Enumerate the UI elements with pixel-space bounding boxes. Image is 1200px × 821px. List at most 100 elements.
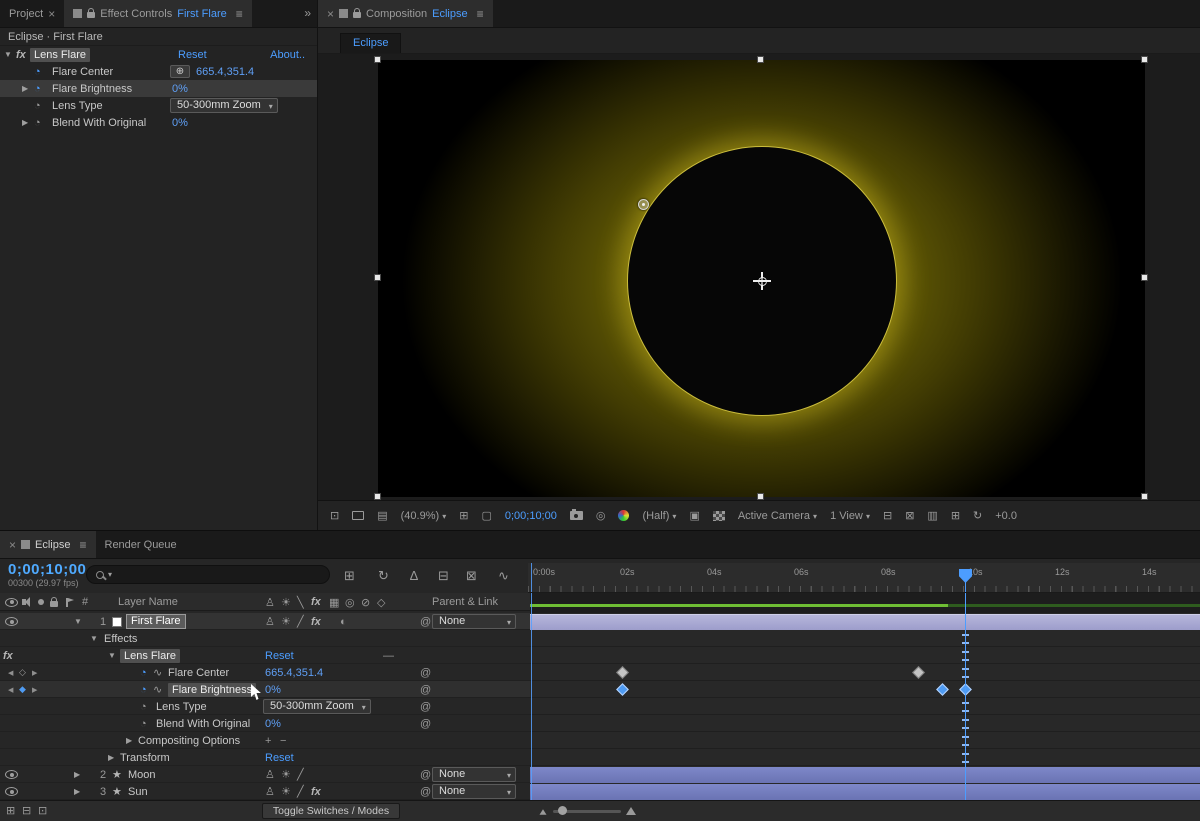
group-row-transform[interactable]: ▶ Transform Reset bbox=[0, 749, 530, 766]
collapse-triangle-icon[interactable]: ▼ bbox=[108, 647, 116, 664]
expand-triangle-icon[interactable]: ▶ bbox=[108, 749, 114, 766]
toggle-switches-modes-button[interactable]: Toggle Switches / Modes bbox=[262, 803, 400, 819]
lock-icon[interactable] bbox=[353, 12, 361, 18]
pickwhip-icon[interactable]: @ bbox=[420, 664, 431, 681]
selection-handle[interactable] bbox=[757, 56, 764, 63]
effect-reset-button[interactable]: Reset bbox=[178, 46, 207, 63]
time-ruler[interactable]: 0:00s02s04s06s08s10s12s14s bbox=[528, 563, 1200, 593]
comp-flowchart-icon[interactable]: ⊞ bbox=[951, 509, 960, 522]
group-row-lens-flare[interactable]: fx ▼ Lens Flare Reset — bbox=[0, 647, 530, 664]
group-label[interactable]: Compositing Options bbox=[138, 732, 240, 749]
group-label[interactable]: Transform bbox=[120, 749, 170, 766]
region-of-interest-icon[interactable]: ▣ bbox=[689, 509, 699, 522]
parent-link-column-header[interactable]: Parent & Link bbox=[432, 593, 498, 611]
layer-bar-sun[interactable] bbox=[530, 784, 1200, 800]
viewer-timecode[interactable]: 0;00;10;00 bbox=[505, 510, 557, 522]
panel-menu-icon[interactable]: ≡ bbox=[79, 538, 86, 552]
collapse-switch[interactable]: ☀ bbox=[281, 766, 291, 783]
prop-label[interactable]: Flare Brightness bbox=[168, 683, 256, 697]
prop-label[interactable]: Flare Center bbox=[168, 664, 229, 681]
parent-pickwhip-icon[interactable]: @ bbox=[420, 766, 431, 783]
layer-name[interactable]: Moon bbox=[128, 766, 156, 783]
grid-guides-icon[interactable]: ⊞ bbox=[459, 509, 468, 522]
panel-menu-icon[interactable]: ≡ bbox=[477, 7, 484, 21]
anchor-point-icon[interactable] bbox=[753, 272, 771, 290]
group-row-effects[interactable]: ▼ Effects bbox=[0, 630, 530, 647]
zoom-in-icon[interactable] bbox=[626, 806, 636, 818]
layer-bar-first-flare[interactable] bbox=[530, 614, 1200, 630]
quality-switch[interactable]: ╱ bbox=[297, 613, 304, 630]
quality-switch[interactable]: ╱ bbox=[297, 766, 304, 783]
reset-exposure-icon[interactable]: ↻ bbox=[973, 509, 982, 522]
layer-name-column-header[interactable]: Layer Name bbox=[118, 593, 178, 611]
main-monitor-icon[interactable] bbox=[352, 511, 364, 520]
effect-about-link[interactable]: About.. bbox=[270, 46, 305, 63]
flare-center-effect-point[interactable] bbox=[638, 199, 649, 210]
frame-blend-icon[interactable]: ⊠ bbox=[466, 568, 477, 584]
selection-handle[interactable] bbox=[374, 274, 381, 281]
parent-pickwhip-icon[interactable]: @ bbox=[420, 613, 431, 630]
prev-keyframe-icon[interactable]: ◀ bbox=[8, 681, 13, 698]
layer-name[interactable]: First Flare bbox=[126, 614, 186, 629]
selection-handle[interactable] bbox=[757, 493, 764, 500]
layer-name[interactable]: Sun bbox=[128, 783, 148, 800]
selection-handle[interactable] bbox=[1141, 493, 1148, 500]
reset-button[interactable]: Reset bbox=[265, 749, 294, 766]
transfer-controls-icon[interactable]: ⊟ bbox=[22, 804, 31, 817]
layer-row-sun[interactable]: ▶ 3 ★ Sun ♙ ☀ ╱ fx @ None bbox=[0, 783, 530, 800]
pickwhip-icon[interactable]: @ bbox=[420, 681, 431, 698]
fx-switch[interactable]: fx bbox=[311, 783, 321, 800]
graph-editor-icon[interactable]: ∿ bbox=[498, 568, 509, 584]
layer-row-moon[interactable]: ▶ 2 ★ Moon ♙ ☀ ╱ @ None bbox=[0, 766, 530, 783]
layer-row-first-flare[interactable]: ▼ 1 First Flare ♙ ☀ ╱ fx ◐ @ None bbox=[0, 613, 530, 630]
show-snapshot-icon[interactable]: ◎ bbox=[596, 509, 606, 522]
tab-project[interactable]: Project × bbox=[0, 0, 64, 27]
composition-viewer[interactable] bbox=[318, 54, 1200, 500]
stopwatch-icon[interactable]: ◔ bbox=[140, 698, 147, 715]
exposure-value[interactable]: +0.0 bbox=[995, 510, 1017, 522]
expand-triangle-icon[interactable]: ▶ bbox=[22, 114, 28, 131]
visibility-eye-icon[interactable] bbox=[5, 783, 18, 800]
pickwhip-icon[interactable]: @ bbox=[420, 715, 431, 732]
channels-icon[interactable] bbox=[618, 510, 629, 521]
next-keyframe-icon[interactable]: ▶ bbox=[32, 681, 37, 698]
close-icon[interactable]: × bbox=[9, 538, 16, 552]
selection-handle[interactable] bbox=[1141, 274, 1148, 281]
hide-shy-layers-icon[interactable]: ⊟ bbox=[438, 568, 449, 584]
close-icon[interactable]: × bbox=[48, 7, 55, 21]
timeline-button-icon[interactable]: ▥ bbox=[927, 509, 937, 522]
pixel-aspect-icon[interactable]: ⊟ bbox=[883, 509, 892, 522]
prop-value[interactable]: 0% bbox=[265, 681, 281, 698]
stopwatch-icon[interactable]: ◔ bbox=[140, 715, 147, 732]
prop-value[interactable]: 0% bbox=[265, 715, 281, 732]
fx-switch[interactable]: fx bbox=[311, 613, 321, 630]
tab-effect-controls[interactable]: Effect Controls First Flare ≡ bbox=[64, 0, 251, 27]
stopwatch-icon[interactable]: ◔ bbox=[34, 63, 41, 80]
collapse-triangle-icon[interactable]: ▼ bbox=[74, 613, 82, 630]
panel-menu-icon[interactable]: ≡ bbox=[236, 7, 243, 21]
selection-handle[interactable] bbox=[374, 493, 381, 500]
stopwatch-icon[interactable]: ◔ bbox=[140, 664, 147, 681]
draft-3d-icon[interactable]: ∆ bbox=[410, 568, 418, 583]
mask-visibility-icon[interactable]: ▢ bbox=[481, 509, 491, 522]
prop-value-flare-center[interactable]: 665.4,351.4 bbox=[196, 63, 254, 80]
track-area[interactable] bbox=[530, 593, 1200, 800]
next-keyframe-icon[interactable]: ▶ bbox=[32, 664, 37, 681]
transparency-grid-icon[interactable] bbox=[713, 511, 725, 521]
tab-composition[interactable]: × Composition Eclipse ≡ bbox=[318, 0, 493, 27]
prop-value-flare-brightness[interactable]: 0% bbox=[172, 80, 188, 97]
search-options-icon[interactable]: ▾ bbox=[108, 570, 112, 579]
layer-color-swatch[interactable] bbox=[112, 613, 122, 630]
remove-option-icon[interactable]: − bbox=[280, 732, 286, 749]
expand-triangle-icon[interactable]: ▶ bbox=[22, 80, 28, 97]
resolution-dropdown[interactable]: (Half) ▾ bbox=[642, 510, 676, 522]
inout-panes-icon[interactable]: ⊡ bbox=[38, 804, 47, 817]
fast-previews-icon[interactable]: ⊠ bbox=[905, 509, 914, 522]
collapse-triangle-icon[interactable]: ▼ bbox=[4, 46, 12, 63]
tab-timeline-eclipse[interactable]: × Eclipse ≡ bbox=[0, 531, 96, 558]
collapse-switch[interactable]: ☀ bbox=[281, 613, 291, 630]
snapshot-icon[interactable] bbox=[570, 511, 583, 520]
collapse-triangle-icon[interactable]: ▼ bbox=[90, 630, 98, 647]
prop-label[interactable]: Blend With Original bbox=[156, 715, 250, 732]
prev-keyframe-icon[interactable]: ◀ bbox=[8, 664, 13, 681]
